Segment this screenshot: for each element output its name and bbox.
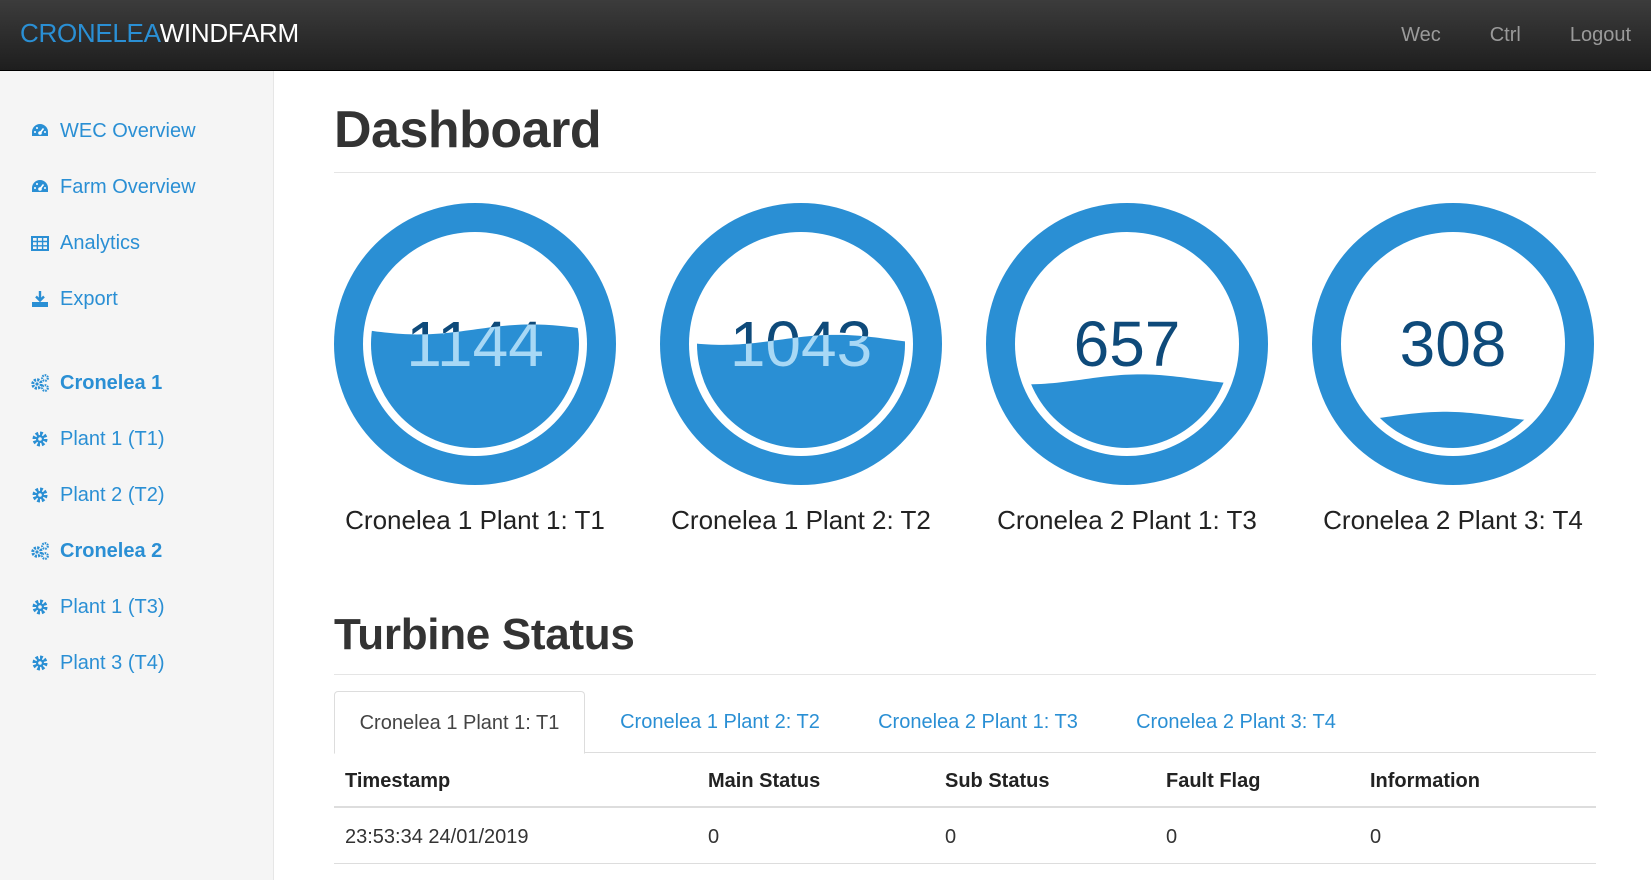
row-divider [334,863,1596,864]
tab-cronelea-1-plant-2[interactable]: Cronelea 1 Plant 2: T2 [598,691,842,753]
dashboard-icon [32,180,48,192]
tab-cronelea-2-plant-3[interactable]: Cronelea 2 Plant 3: T4 [1110,691,1362,753]
sidebar-item-label: Plant 1 (T3) [60,595,165,618]
gauge-t2: 10431043 [660,203,942,485]
page-title: Dashboard [334,101,602,159]
sidebar-item-plant-1-t1[interactable]: Plant 1 (T1) [30,424,164,454]
header-divider [334,806,1596,808]
nav-link-ctrl[interactable]: Ctrl [1490,24,1521,47]
sidebar-item-cronelea-2[interactable]: Cronelea 2 [30,536,162,566]
table-icon [31,236,49,251]
tab-cronelea-1-plant-1[interactable]: Cronelea 1 Plant 1: T1 [334,691,585,754]
sidebar-item-label: Analytics [60,231,141,254]
gauge-label: Cronelea 2 Plant 1: T3 [997,505,1257,535]
column-header-timestamp: Timestamp [345,770,451,792]
gear-icon [32,655,48,671]
sidebar-item-plant-1-t3[interactable]: Plant 1 (T3) [30,592,164,622]
nav-link-logout[interactable]: Logout [1570,24,1631,47]
brand-part-1: CRONELEA [20,18,160,48]
sidebar-item-label: Plant 2 (T2) [60,483,165,506]
sidebar-item-label: Cronelea 1 [60,371,163,394]
brand-logo[interactable]: CRONELEAWINDFARM [20,18,299,49]
brand-part-2: WINDFARM [159,18,299,48]
gauge-value: 308 [1400,308,1507,380]
sidebar-item-label: WEC Overview [60,119,196,142]
sidebar-item-plant-2-t2[interactable]: Plant 2 (T2) [30,480,164,510]
cell-timestamp: 23:53:34 24/01/2019 [345,826,529,848]
liquid-gauge: 657657 [986,203,1268,485]
liquid-gauge: 11441144 [334,203,616,485]
gears-icon [31,542,49,560]
gauge-label: Cronelea 1 Plant 1: T1 [345,505,605,535]
gear-icon [32,599,48,615]
top-navbar: CRONELEAWINDFARM Wec Ctrl Logout [0,0,1651,71]
gear-icon [32,487,48,503]
gauge-label: Cronelea 2 Plant 3: T4 [1323,505,1583,535]
sidebar-item-wec-overview[interactable]: WEC Overview [30,116,196,146]
sidebar-item-label: Farm Overview [60,175,196,198]
sidebar-item-farm-overview[interactable]: Farm Overview [30,172,196,202]
liquid-gauge: 10431043 [660,203,942,485]
download-icon [32,291,48,307]
cell-sub-status: 0 [945,826,957,848]
sidebar-item-label: Plant 1 (T1) [60,427,165,450]
cell-main-status: 0 [708,826,720,848]
dashboard-icon [32,124,48,136]
gauge-value: 657 [1074,308,1181,380]
gauge-t1: 11441144 [334,203,616,485]
sidebar-item-cronelea-1[interactable]: Cronelea 1 [30,368,162,398]
title-divider [334,172,1596,173]
sidebar-item-export[interactable]: Export [30,284,118,314]
gear-icon [32,431,48,447]
cell-information: 0 [1370,826,1382,848]
sidebar-item-label: Cronelea 2 [60,539,163,562]
sidebar-item-plant-3-t4[interactable]: Plant 3 (T4) [30,648,164,678]
column-header-information: Information [1370,770,1480,792]
liquid-gauge: 308308 [1312,203,1594,485]
sidebar-item-analytics[interactable]: Analytics [30,228,140,258]
navbar-links: Wec Ctrl Logout [1401,0,1651,71]
turbine-tabs: Cronelea 1 Plant 1: T1 Cronelea 1 Plant … [334,691,1596,754]
tab-cronelea-2-plant-1[interactable]: Cronelea 2 Plant 1: T3 [854,691,1102,753]
section-divider [334,674,1596,675]
column-header-main-status: Main Status [708,770,821,792]
cell-fault-flag: 0 [1166,826,1178,848]
gears-icon [31,374,49,392]
gauge-label: Cronelea 1 Plant 2: T2 [671,505,931,535]
nav-link-wec[interactable]: Wec [1401,24,1441,47]
sidebar-item-label: Export [60,287,118,310]
gauge-t3: 657657 [986,203,1268,485]
column-header-sub-status: Sub Status [945,770,1050,792]
sidebar-item-label: Plant 3 (T4) [60,651,165,674]
gauge-t4: 308308 [1312,203,1594,485]
sidebar: WEC Overview Farm Overview Analytics Exp… [0,71,274,880]
section-title-turbine-status: Turbine Status [334,610,635,659]
column-header-fault-flag: Fault Flag [1166,770,1261,792]
